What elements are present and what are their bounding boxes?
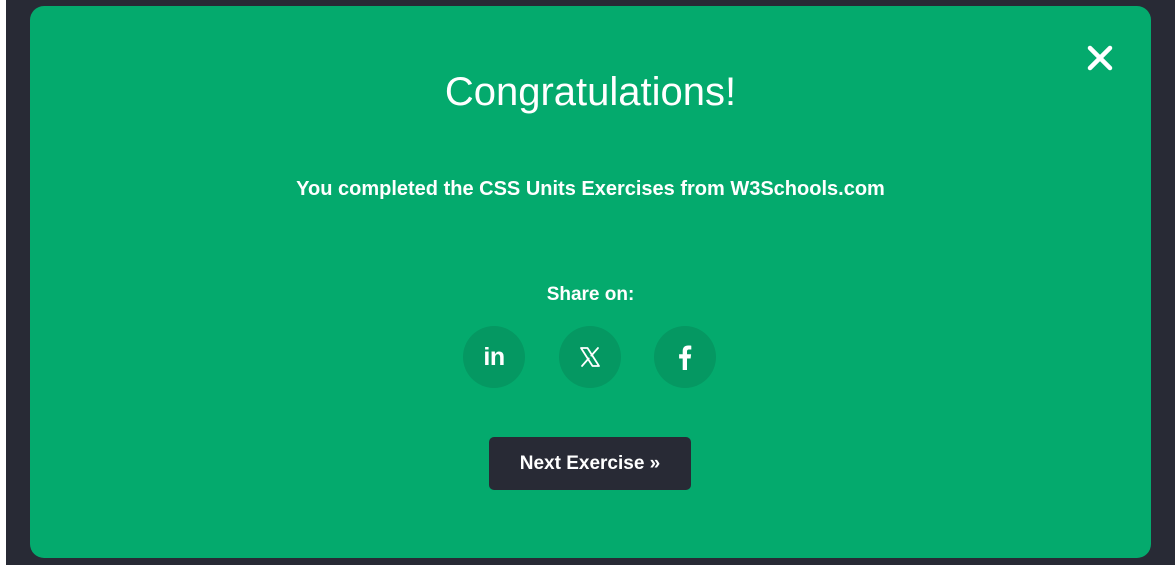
linkedin-icon: in bbox=[483, 342, 505, 371]
facebook-icon bbox=[679, 345, 692, 370]
share-linkedin-button[interactable]: in bbox=[463, 326, 525, 388]
x-icon bbox=[580, 347, 600, 367]
share-facebook-button[interactable] bbox=[654, 326, 716, 388]
modal-title: Congratulations! bbox=[444, 70, 737, 114]
completion-message: You completed the CSS Units Exercises fr… bbox=[296, 178, 885, 200]
next-exercise-button[interactable]: Next Exercise » bbox=[489, 437, 691, 490]
share-x-button[interactable] bbox=[559, 326, 621, 388]
congratulations-modal: Congratulations! You completed the CSS U… bbox=[30, 6, 1151, 558]
share-label: Share on: bbox=[546, 284, 635, 305]
